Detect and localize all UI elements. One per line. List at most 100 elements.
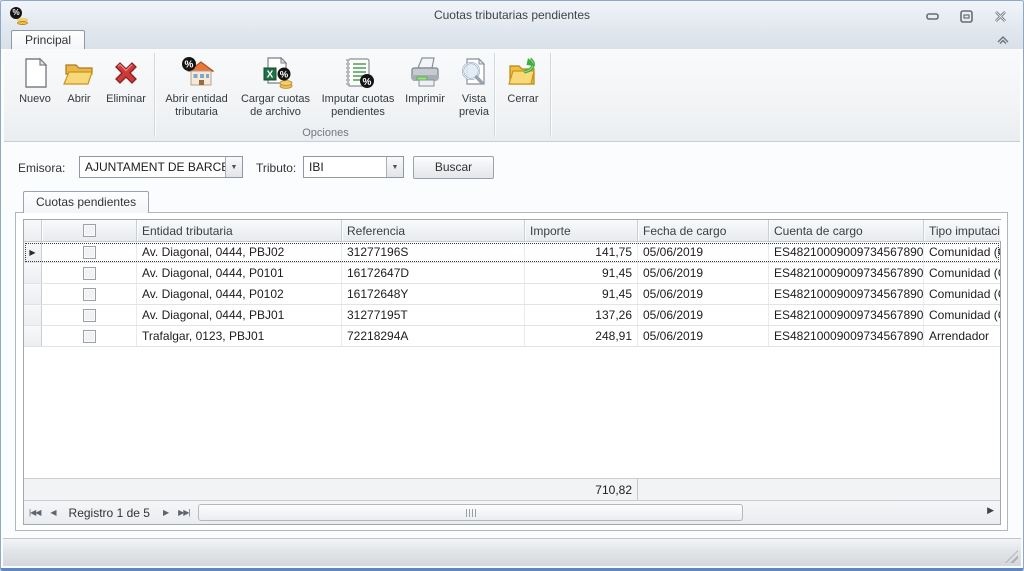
tributo-value: IBI — [304, 157, 386, 177]
nuevo-button[interactable]: Nuevo — [12, 53, 58, 108]
minimize-icon[interactable] — [924, 9, 941, 23]
svg-text:%: % — [363, 77, 372, 88]
cell-tipo: Comunidad (Ga — [924, 242, 1000, 262]
form-content: Emisora: AJUNTAMENT DE BARCELONA ▼ Tribu… — [4, 142, 1020, 537]
imputar-cuotas-pendientes-button[interactable]: % Imputar cuotas pendientes — [315, 53, 401, 120]
chevron-up-icon[interactable] — [995, 33, 1011, 47]
cell-cuenta: ES4821000900973456789012 — [769, 263, 924, 283]
cell-tipo: Comunidad (Ga — [924, 305, 1000, 325]
cargar-cuotas-archivo-button[interactable]: X % Cargar cuotas de archivo — [236, 53, 315, 120]
imprimir-button[interactable]: Imprimir — [401, 53, 449, 108]
cell-referencia: 16172647D — [342, 263, 525, 283]
row-checkbox[interactable] — [83, 330, 96, 343]
table-row[interactable]: Av. Diagonal, 0444, PBJ01 31277195T 137,… — [24, 305, 1000, 326]
row-checkbox[interactable] — [83, 309, 96, 322]
emisora-label: Emisora: — [18, 161, 65, 175]
previous-record-icon[interactable]: ◀ — [45, 508, 60, 517]
tab-cuotas-pendientes[interactable]: Cuotas pendientes — [23, 191, 149, 213]
cell-referencia: 31277196S — [342, 242, 525, 262]
maximize-icon[interactable] — [958, 9, 975, 23]
notepad-percent-icon: % — [341, 56, 375, 90]
group-label-opciones: Opciones — [157, 127, 494, 139]
chevron-down-icon[interactable]: ▼ — [225, 157, 242, 177]
buscar-button[interactable]: Buscar — [413, 156, 494, 179]
excel-file-percent-icon: X % — [259, 56, 293, 90]
row-indicator-icon: ▶ — [24, 242, 42, 262]
column-header-referencia[interactable]: Referencia — [342, 220, 525, 241]
table-row[interactable]: ▶ Av. Diagonal, 0444, PBJ02 31277196S 14… — [24, 242, 1000, 263]
vista-previa-button[interactable]: Vista previa — [449, 53, 499, 120]
close-folder-arrow-icon — [506, 56, 540, 90]
row-indicator-header — [24, 220, 42, 241]
preview-magnifier-icon — [457, 56, 491, 90]
select-all-header[interactable] — [42, 220, 137, 241]
button-label: Abrir — [67, 93, 90, 106]
scroll-right-icon[interactable]: ▶ — [987, 505, 994, 516]
cell-importe: 141,75 — [525, 242, 638, 262]
open-folder-icon — [62, 56, 96, 90]
cell-fecha: 05/06/2019 — [638, 284, 769, 304]
button-label: Nuevo — [19, 93, 51, 106]
cell-entidad: Av. Diagonal, 0444, PBJ02 — [137, 242, 342, 262]
ribbon-separator — [494, 53, 495, 137]
svg-text:%: % — [184, 60, 193, 71]
table-row[interactable]: Av. Diagonal, 0444, P0101 16172647D 91,4… — [24, 263, 1000, 284]
row-checkbox[interactable] — [83, 246, 96, 259]
resize-grip[interactable] — [1005, 550, 1018, 563]
window-header: % Cuotas tributarias pendientes Principa… — [1, 1, 1023, 49]
column-header-entidad[interactable]: Entidad tributaria — [137, 220, 342, 241]
svg-text:X: X — [266, 70, 273, 81]
app-window: % Cuotas tributarias pendientes Principa… — [0, 0, 1024, 571]
printer-icon — [408, 56, 442, 90]
eliminar-button[interactable]: Eliminar — [100, 53, 152, 108]
cell-entidad: Trafalgar, 0123, PBJ01 — [137, 326, 342, 346]
column-header-cuenta[interactable]: Cuenta de cargo — [769, 220, 924, 241]
cell-fecha: 05/06/2019 — [638, 242, 769, 262]
button-label: Eliminar — [106, 93, 146, 106]
cuotas-pendientes-panel: Entidad tributaria Referencia Importe Fe… — [15, 212, 1008, 531]
button-label: Imprimir — [405, 93, 445, 106]
cerrar-button[interactable]: Cerrar — [498, 53, 548, 108]
horizontal-scrollbar-thumb[interactable] — [198, 504, 743, 521]
abrir-button[interactable]: Abrir — [58, 53, 100, 108]
emisora-value: AJUNTAMENT DE BARCELONA — [80, 157, 225, 177]
cell-entidad: Av. Diagonal, 0444, PBJ01 — [137, 305, 342, 325]
table-row[interactable]: Trafalgar, 0123, PBJ01 72218294A 248,91 … — [24, 326, 1000, 347]
summary-importe-total: 710,82 — [525, 479, 638, 500]
ribbon-separator — [550, 53, 551, 137]
title-bar: % Cuotas tributarias pendientes — [1, 1, 1023, 31]
cell-cuenta: ES4821000900973456789012 — [769, 305, 924, 325]
cell-tipo: Comunidad (Ga — [924, 284, 1000, 304]
emisora-combo[interactable]: AJUNTAMENT DE BARCELONA ▼ — [79, 156, 243, 178]
column-header-fecha[interactable]: Fecha de cargo — [638, 220, 769, 241]
ribbon-tab-strip: Principal — [1, 31, 1023, 49]
button-label: Imputar cuotas pendientes — [317, 93, 399, 118]
close-icon[interactable] — [992, 9, 1009, 23]
cell-tipo: Arrendador — [924, 326, 1000, 346]
record-navigator: |◀◀ ◀ Registro 1 de 5 ▶ ▶▶| ◀ ▶ — [24, 500, 1000, 524]
tributo-combo[interactable]: IBI ▼ — [303, 156, 404, 178]
cell-fecha: 05/06/2019 — [638, 263, 769, 283]
cuotas-grid: Entidad tributaria Referencia Importe Fe… — [23, 219, 1001, 525]
table-row[interactable]: Av. Diagonal, 0444, P0102 16172648Y 91,4… — [24, 284, 1000, 305]
cell-cuenta: ES4821000900973456789012 — [769, 326, 924, 346]
cell-entidad: Av. Diagonal, 0444, P0102 — [137, 284, 342, 304]
cell-importe: 137,26 — [525, 305, 638, 325]
row-checkbox[interactable] — [83, 267, 96, 280]
abrir-entidad-tributaria-button[interactable]: % Abrir entidad tributaria — [157, 53, 236, 120]
button-label: Cargar cuotas de archivo — [238, 93, 313, 118]
cell-cuenta: ES4821000900973456789012 — [769, 242, 924, 262]
chevron-down-icon[interactable]: ▼ — [386, 157, 403, 177]
select-all-checkbox[interactable] — [83, 224, 96, 237]
ribbon-group-file: Nuevo Abrir Eliminar — [12, 53, 152, 108]
column-header-tipo[interactable]: Tipo imputación — [924, 220, 1000, 241]
tab-principal[interactable]: Principal — [11, 30, 85, 50]
last-record-icon[interactable]: ▶▶| — [173, 508, 194, 517]
building-percent-icon: % — [180, 56, 214, 90]
ribbon-group-opciones: % Abrir entidad tributaria X % Cargar cu… — [157, 53, 499, 120]
row-checkbox[interactable] — [83, 288, 96, 301]
column-header-importe[interactable]: Importe — [525, 220, 638, 241]
grid-empty-area — [24, 347, 1000, 478]
first-record-icon[interactable]: |◀◀ — [24, 508, 45, 517]
next-record-icon[interactable]: ▶ — [158, 508, 173, 517]
